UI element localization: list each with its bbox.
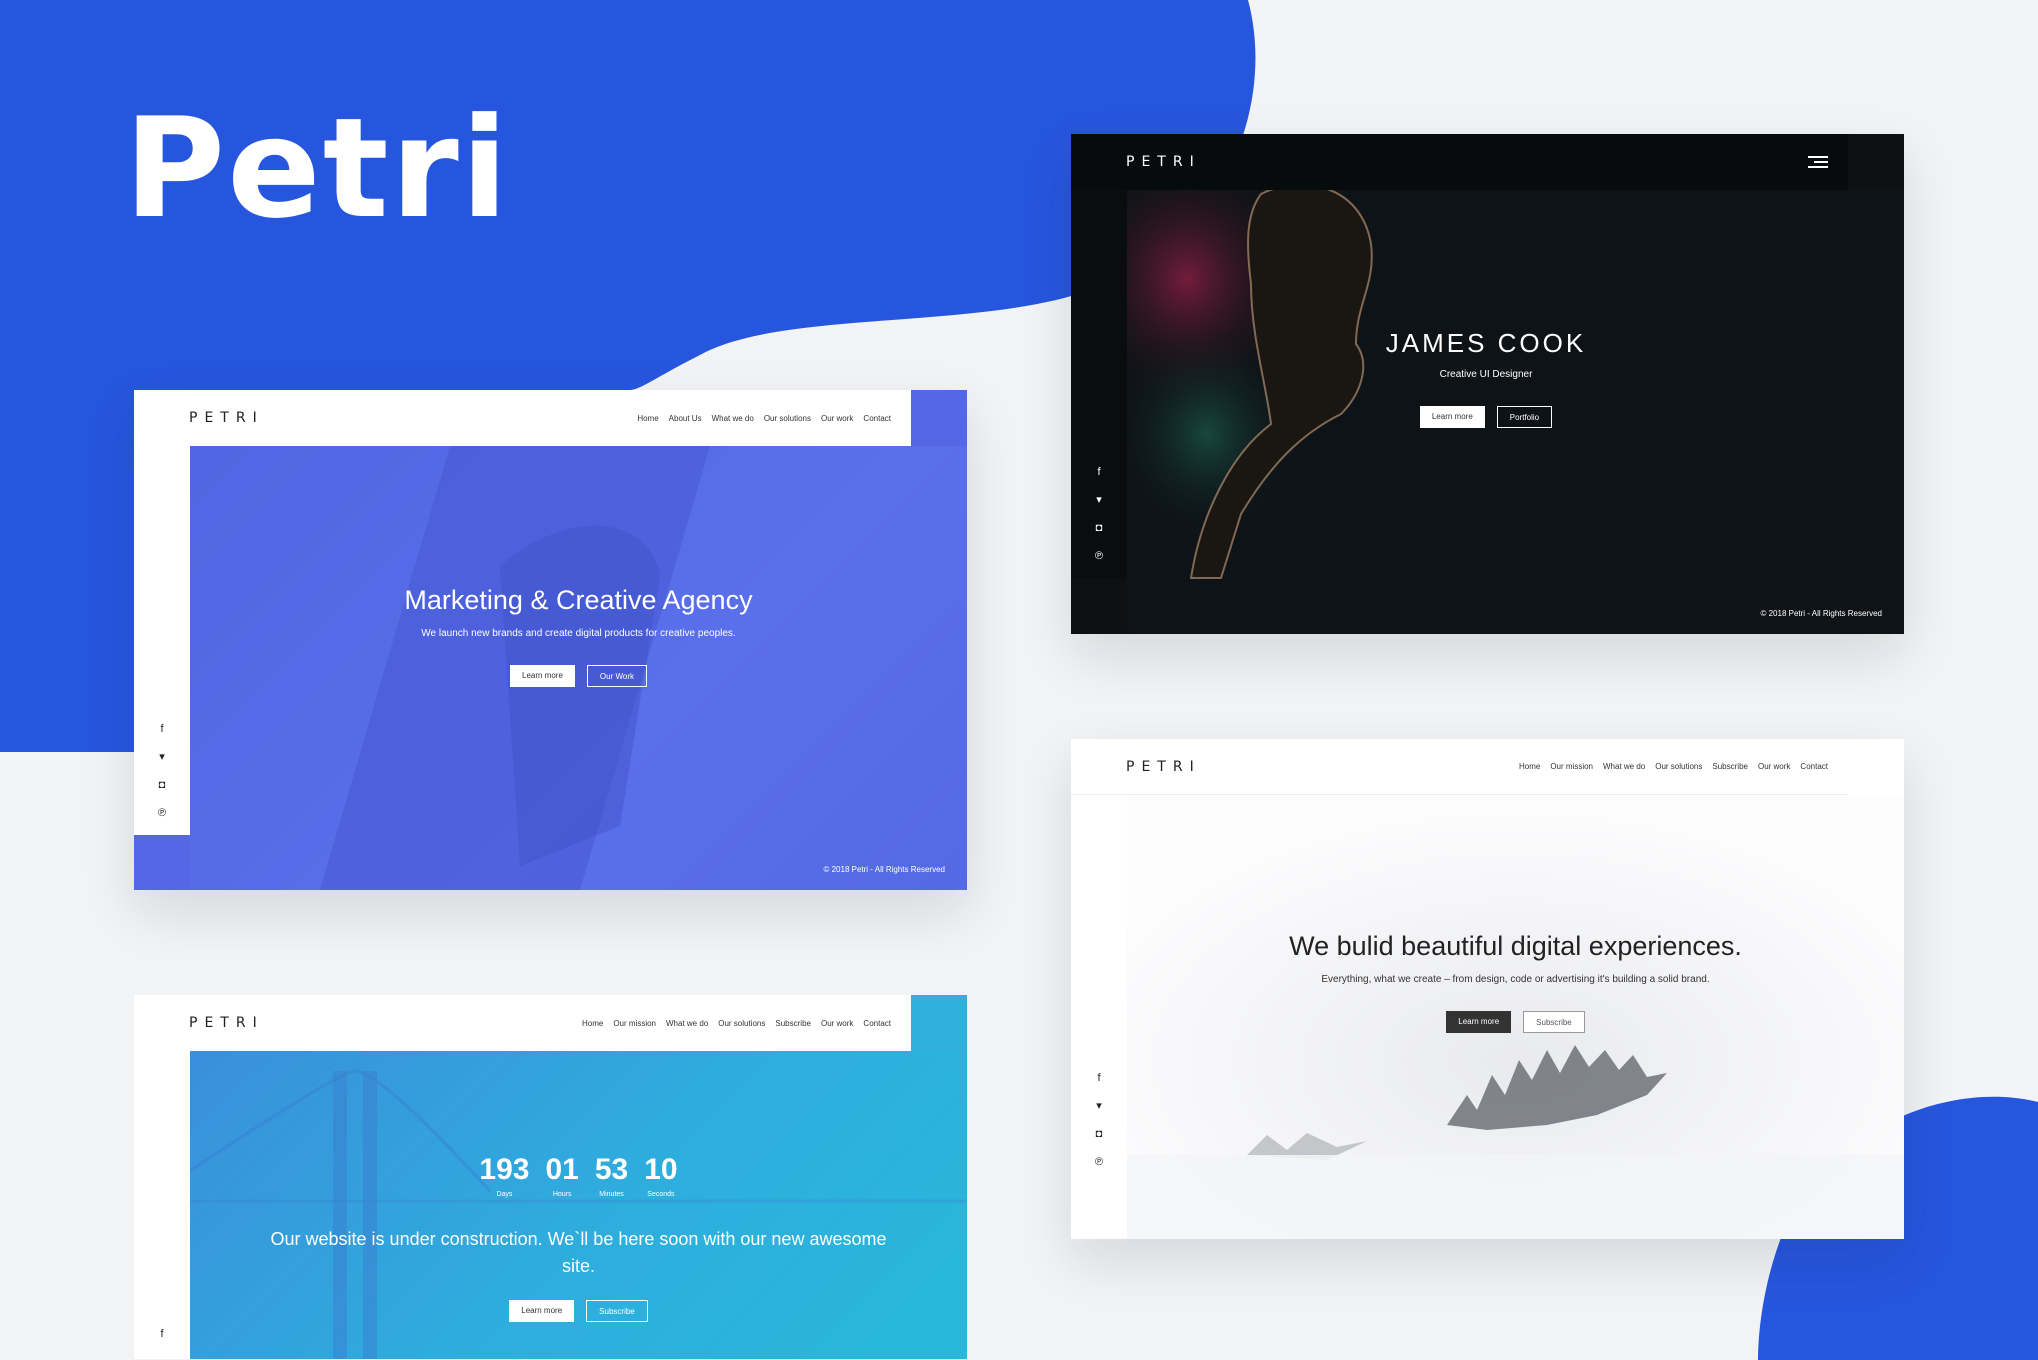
mock-digital-screenshot: f ▾ ◘ ℗ PETRI Home Our mission What we d…	[1071, 739, 1904, 1239]
portfolio-button[interactable]: Portfolio	[1496, 406, 1553, 428]
nav-home[interactable]: Home	[1519, 762, 1540, 771]
facebook-icon[interactable]: f	[156, 723, 168, 736]
nav-what-we-do[interactable]: What we do	[666, 1019, 708, 1028]
nav-our-work[interactable]: Our work	[821, 414, 853, 423]
digital-hero-title: We bulid beautiful digital experiences.	[1289, 931, 1742, 961]
digital-hero-subtitle: Everything, what we create – from design…	[1321, 974, 1710, 985]
mock-agency-screenshot: f ▾ ◘ ℗ PETRI Home About Us What we do O…	[134, 390, 967, 890]
personal-footer-copyright: © 2018 Petri - All Rights Reserved	[1760, 609, 1882, 618]
nav-our-work[interactable]: Our work	[1758, 762, 1790, 771]
nav-our-solutions[interactable]: Our solutions	[718, 1019, 765, 1028]
nav-home[interactable]: Home	[637, 414, 658, 423]
construction-hero-buttons: Learn more Subscribe	[190, 1300, 967, 1322]
digital-hero-content: We bulid beautiful digital experiences. …	[1127, 931, 1904, 1033]
personal-hero-content: JAMES COOK Creative UI Designer Learn mo…	[1376, 328, 1596, 428]
nav-our-solutions[interactable]: Our solutions	[764, 414, 811, 423]
digital-nav: Home Our mission What we do Our solution…	[1519, 762, 1828, 771]
nav-subscribe[interactable]: Subscribe	[1712, 762, 1748, 771]
our-work-button[interactable]: Our Work	[586, 665, 647, 687]
twitter-icon[interactable]: ▾	[1093, 1100, 1105, 1113]
agency-left-strip: f ▾ ◘ ℗	[134, 390, 190, 835]
mock-personal-screenshot: f ▾ ◘ ℗ PETRI JAMES COOK Creative UI Des…	[1071, 134, 1904, 634]
personal-left-strip: f ▾ ◘ ℗	[1071, 134, 1127, 579]
agency-navbar: PETRI Home About Us What we do Our solut…	[134, 390, 911, 446]
digital-hero-buttons: Learn more Subscribe	[1127, 1011, 1904, 1033]
countdown-days: 193 Days	[479, 1153, 530, 1199]
construction-logo[interactable]: PETRI	[189, 1015, 264, 1031]
nav-what-we-do[interactable]: What we do	[1603, 762, 1645, 771]
learn-more-button[interactable]: Learn more	[1446, 1011, 1512, 1033]
facebook-icon[interactable]: f	[1093, 466, 1105, 479]
personal-hero-title: JAMES COOK	[1385, 328, 1587, 358]
personal-navbar: PETRI	[1071, 134, 1848, 190]
personal-hero-subtitle: Creative UI Designer	[1439, 369, 1533, 380]
agency-social-bar: f ▾ ◘ ℗	[156, 723, 168, 820]
nav-contact[interactable]: Contact	[863, 414, 891, 423]
twitter-icon[interactable]: ▾	[156, 751, 168, 764]
subscribe-button[interactable]: Subscribe	[1523, 1011, 1585, 1033]
menu-icon[interactable]	[1808, 156, 1828, 168]
nav-contact[interactable]: Contact	[1800, 762, 1828, 771]
facebook-icon[interactable]: f	[156, 1328, 168, 1341]
digital-logo[interactable]: PETRI	[1126, 759, 1201, 775]
countdown-hours: 01 Hours	[545, 1153, 579, 1199]
construction-social-bar: f	[156, 1328, 168, 1341]
agency-hero-subtitle: We launch new brands and create digital …	[421, 628, 736, 639]
digital-navbar: PETRI Home Our mission What we do Our so…	[1071, 739, 1848, 795]
construction-navbar: PETRI Home Our mission What we do Our so…	[134, 995, 911, 1051]
nav-our-mission[interactable]: Our mission	[613, 1019, 656, 1028]
agency-nav: Home About Us What we do Our solutions O…	[637, 414, 891, 423]
countdown-seconds: 10 Seconds	[644, 1153, 678, 1199]
agency-footer-copyright: © 2018 Petri - All Rights Reserved	[823, 865, 945, 874]
pinterest-icon[interactable]: ℗	[156, 807, 168, 820]
agency-logo[interactable]: PETRI	[189, 410, 264, 426]
pinterest-icon[interactable]: ℗	[1093, 550, 1105, 563]
personal-hero-buttons: Learn more Portfolio	[1376, 406, 1596, 428]
nav-our-mission[interactable]: Our mission	[1550, 762, 1593, 771]
countdown-minutes: 53 Minutes	[594, 1153, 629, 1199]
learn-more-button[interactable]: Learn more	[510, 665, 575, 687]
agency-hero-title: Marketing & Creative Agency	[404, 585, 753, 615]
agency-hero-buttons: Learn more Our Work	[190, 665, 967, 687]
instagram-icon[interactable]: ◘	[1093, 522, 1105, 535]
instagram-icon[interactable]: ◘	[156, 779, 168, 792]
twitter-icon[interactable]: ▾	[1093, 494, 1105, 507]
pinterest-icon[interactable]: ℗	[1093, 1156, 1105, 1169]
construction-hero-content: 193 Days 01 Hours 53 Minutes 10 Seconds …	[190, 1155, 967, 1322]
construction-nav: Home Our mission What we do Our solution…	[582, 1019, 891, 1028]
learn-more-button[interactable]: Learn more	[509, 1300, 575, 1322]
agency-hero-content: Marketing & Creative Agency We launch ne…	[190, 585, 967, 687]
facebook-icon[interactable]: f	[1093, 1072, 1105, 1085]
instagram-icon[interactable]: ◘	[1093, 1128, 1105, 1141]
subscribe-button[interactable]: Subscribe	[586, 1300, 648, 1322]
nav-our-work[interactable]: Our work	[821, 1019, 853, 1028]
construction-message: Our website is under construction. We`ll…	[270, 1229, 887, 1276]
nav-home[interactable]: Home	[582, 1019, 603, 1028]
mock-construction-screenshot: f PETRI Home Our mission What we do Our …	[134, 995, 967, 1359]
countdown-timer: 193 Days 01 Hours 53 Minutes 10 Seconds	[190, 1153, 967, 1199]
personal-logo[interactable]: PETRI	[1126, 154, 1201, 170]
digital-left-strip: f ▾ ◘ ℗	[1071, 739, 1127, 1184]
learn-more-button[interactable]: Learn more	[1419, 406, 1485, 428]
nav-subscribe[interactable]: Subscribe	[775, 1019, 811, 1028]
digital-social-bar: f ▾ ◘ ℗	[1093, 1072, 1105, 1169]
nav-our-solutions[interactable]: Our solutions	[1655, 762, 1702, 771]
personal-social-bar: f ▾ ◘ ℗	[1093, 466, 1105, 563]
nav-what-we-do[interactable]: What we do	[712, 414, 754, 423]
nav-contact[interactable]: Contact	[863, 1019, 891, 1028]
brand-title: Petri	[124, 88, 511, 249]
nav-about-us[interactable]: About Us	[669, 414, 702, 423]
